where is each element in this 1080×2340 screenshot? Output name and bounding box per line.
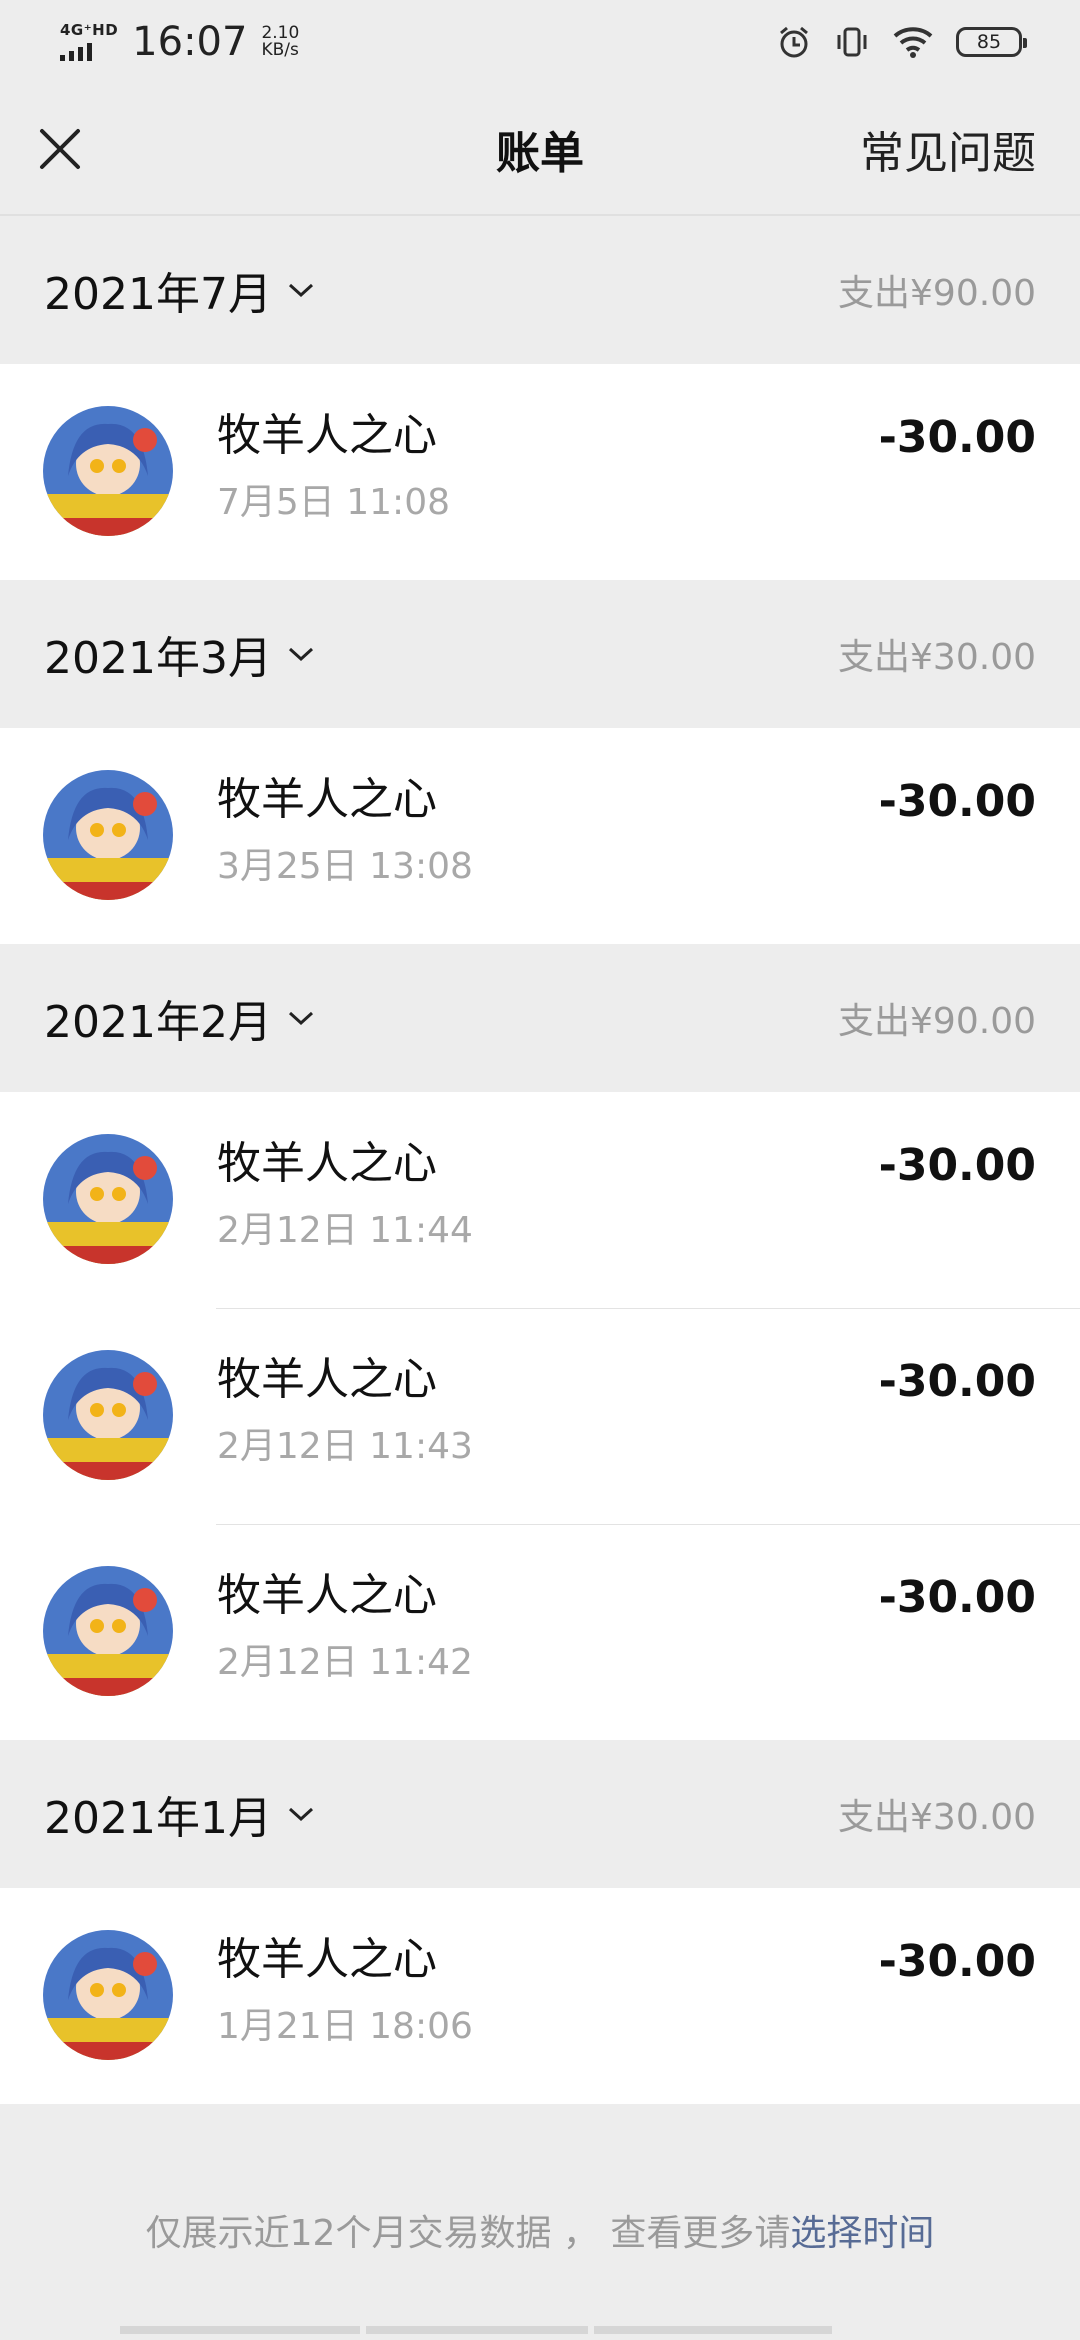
month-selector[interactable]: 2021年7月 <box>44 258 316 322</box>
transaction-amount: -30.00 <box>878 776 1036 827</box>
chevron-down-icon <box>288 1807 313 1822</box>
month-label: 2021年7月 <box>44 269 272 320</box>
merchant-avatar <box>43 1350 173 1480</box>
chevron-down-icon <box>288 1011 313 1026</box>
battery-icon: 85 <box>956 27 1027 57</box>
merchant-avatar <box>43 1930 173 2060</box>
faq-link[interactable]: 常见问题 <box>860 117 1036 181</box>
month-label: 2021年1月 <box>44 1793 272 1844</box>
footer-note-text: 仅展示近12个月交易数据 ， 查看更多请 <box>145 2213 791 2254</box>
bottom-bars <box>0 2326 1080 2334</box>
month-total: 支出¥90.00 <box>838 273 1036 314</box>
select-time-link[interactable]: 选择时间 <box>790 2213 934 2254</box>
close-icon[interactable] <box>36 125 84 173</box>
wifi-icon <box>893 27 933 58</box>
network-speed: 2.10 KB/s <box>261 25 299 59</box>
transaction-row[interactable]: 牧羊人之心 2月12日 11:42 -30.00 <box>0 1524 1080 1740</box>
month-total: 支出¥30.00 <box>838 637 1036 678</box>
status-left: 4G⁺HD 16:07 2.10 KB/s <box>60 22 299 62</box>
transaction-time: 1月21日 18:06 <box>217 2006 473 2047</box>
transaction-row[interactable]: 牧羊人之心 3月25日 13:08 -30.00 <box>0 728 1080 944</box>
month-label: 2021年3月 <box>44 633 272 684</box>
merchant-avatar <box>43 1566 173 1696</box>
battery-level: 85 <box>976 31 1002 53</box>
transaction-amount: -30.00 <box>878 1936 1036 1987</box>
vibrate-icon <box>837 27 867 57</box>
chevron-down-icon <box>288 647 313 662</box>
transaction-amount: -30.00 <box>878 1140 1036 1191</box>
signal-indicator: 4G⁺HD <box>60 23 118 61</box>
transaction-time: 2月12日 11:42 <box>217 1642 473 1683</box>
alarm-icon <box>780 26 808 58</box>
month-header: 2021年1月 支出¥30.00 <box>0 1740 1080 1888</box>
nav-bar: 账单 常见问题 <box>0 84 1080 216</box>
transaction-amount: -30.00 <box>878 412 1036 463</box>
month-total: 支出¥30.00 <box>838 1797 1036 1838</box>
transaction-row[interactable]: 牧羊人之心 2月12日 11:43 -30.00 <box>0 1308 1080 1524</box>
merchant-avatar <box>43 770 173 900</box>
month-selector[interactable]: 2021年1月 <box>44 1782 316 1846</box>
transaction-amount: -30.00 <box>878 1572 1036 1623</box>
bill-list: 2021年7月 支出¥90.00 牧羊人之心 7月5日 11:08 -30.00 2021… <box>0 216 1080 2104</box>
month-header: 2021年7月 支出¥90.00 <box>0 216 1080 364</box>
transaction-time: 3月25日 13:08 <box>217 846 473 887</box>
month-label: 2021年2月 <box>44 997 272 1048</box>
month-selector[interactable]: 2021年3月 <box>44 622 316 686</box>
status-time: 16:07 <box>132 19 248 65</box>
transaction-time: 2月12日 11:43 <box>217 1426 473 1467</box>
transaction-row[interactable]: 牧羊人之心 7月5日 11:08 -30.00 <box>0 364 1080 580</box>
merchant-avatar <box>43 1134 173 1264</box>
transaction-amount: -30.00 <box>878 1356 1036 1407</box>
merchant-avatar <box>43 406 173 536</box>
transaction-time: 2月12日 11:44 <box>217 1210 473 1251</box>
transaction-time: 7月5日 11:08 <box>217 482 450 523</box>
chevron-down-icon <box>288 283 313 298</box>
transaction-row[interactable]: 牧羊人之心 1月21日 18:06 -30.00 <box>0 1888 1080 2104</box>
month-selector[interactable]: 2021年2月 <box>44 986 316 1050</box>
footer-note: 仅展示近12个月交易数据 ， 查看更多请选择时间 <box>0 2204 1080 2256</box>
status-bar: 4G⁺HD 16:07 2.10 KB/s 85 <box>0 0 1080 84</box>
signal-bars-icon <box>60 41 92 61</box>
speed-unit: KB/s <box>261 40 299 60</box>
month-header: 2021年2月 支出¥90.00 <box>0 944 1080 1092</box>
month-header: 2021年3月 支出¥30.00 <box>0 580 1080 728</box>
month-total: 支出¥90.00 <box>838 1001 1036 1042</box>
transaction-row[interactable]: 牧羊人之心 2月12日 11:44 -30.00 <box>0 1092 1080 1308</box>
network-type: 4G⁺HD <box>60 21 119 39</box>
status-right: 85 <box>776 24 1027 60</box>
